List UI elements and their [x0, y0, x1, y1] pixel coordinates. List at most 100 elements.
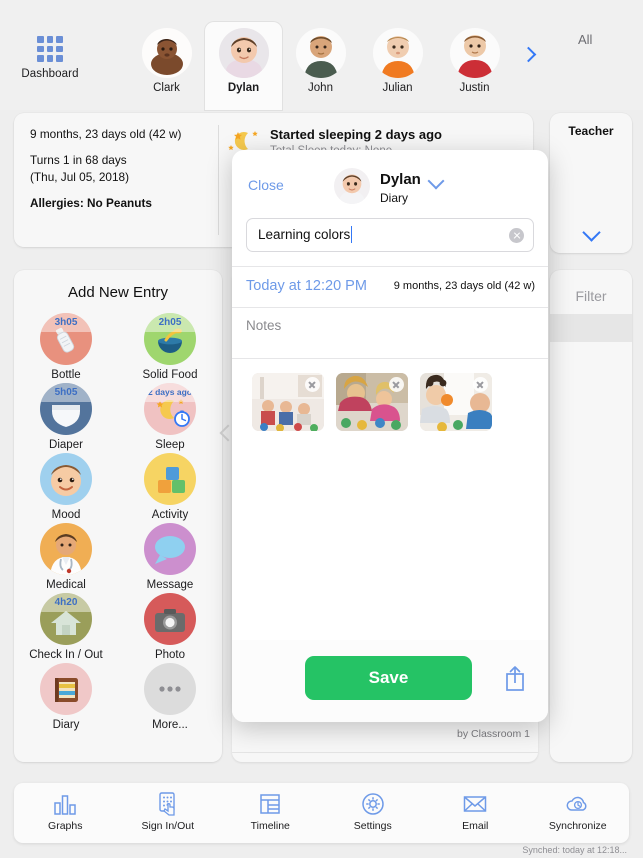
modal-header: Close Dylan Diary — [232, 150, 548, 218]
child-tab-dylan[interactable]: Dylan — [205, 22, 282, 110]
share-icon[interactable] — [504, 664, 526, 692]
child-tab-clark[interactable]: Clark — [128, 22, 205, 110]
book-icon — [40, 663, 92, 715]
chevron-down-icon[interactable] — [582, 226, 600, 237]
remove-photo-icon[interactable] — [473, 377, 488, 392]
entry-badge: 5h05 — [54, 387, 78, 398]
title-input[interactable]: Learning colors — [246, 218, 534, 252]
child-tab-julian[interactable]: Julian — [359, 22, 436, 110]
entry-button-message[interactable]: Message — [118, 523, 222, 591]
child-name: Clark — [153, 82, 180, 94]
child-allergies: Allergies: No Peanuts — [30, 196, 152, 210]
teacher-card[interactable]: Teacher — [550, 113, 632, 253]
bar-chart-icon — [14, 791, 117, 817]
entry-label: Check In / Out — [29, 649, 103, 661]
clear-circle-icon[interactable] — [509, 228, 524, 243]
house-icon: 4h20 — [40, 593, 92, 645]
top-bar: Dashboard Clark Dylan John Julian Justin… — [0, 0, 643, 110]
tab-label: Email — [462, 820, 489, 832]
filter-title: Filter — [575, 288, 607, 304]
photo-thumbnail[interactable] — [252, 373, 324, 431]
remove-photo-icon[interactable] — [305, 377, 320, 392]
child-tab-justin[interactable]: Justin — [436, 22, 513, 110]
datetime-row[interactable]: Today at 12:20 PM 9 months, 23 days old … — [232, 267, 548, 307]
entry-badge: 4h20 — [54, 597, 78, 608]
timeline-author: by Classroom 1 — [457, 728, 530, 740]
child-turns-1: Turns 1 in 68 days — [30, 153, 127, 167]
entry-label: Sleep — [155, 439, 185, 451]
grid-icon — [37, 36, 63, 62]
table-row[interactable]: 8:10 AM by Classroom 1 — [232, 753, 538, 762]
tab-label: Settings — [353, 820, 392, 832]
notes-input[interactable]: Notes — [232, 308, 548, 358]
entry-age: 9 months, 23 days old (42 w) — [393, 280, 535, 292]
entry-button-diary[interactable]: Diary — [14, 663, 118, 731]
child-name: John — [308, 82, 333, 94]
face-icon — [40, 453, 92, 505]
entry-button-activity[interactable]: Activity — [118, 453, 222, 521]
add-new-entry-card: Add New Entry 3h05 Bottle 2h05 Solid Foo… — [14, 270, 222, 762]
entry-label: More... — [152, 719, 188, 731]
remove-photo-icon[interactable] — [389, 377, 404, 392]
entry-button-diaper[interactable]: 5h05 Diaper — [14, 383, 118, 451]
notes-placeholder: Notes — [246, 318, 282, 333]
entry-button-more[interactable]: More... — [118, 663, 222, 731]
bottom-tab-bar: Graphs Sign In/Out Timeline Settings Ema… — [14, 783, 629, 843]
chevron-down-icon[interactable] — [428, 176, 444, 185]
photo-thumbnail[interactable] — [420, 373, 492, 431]
avatar — [141, 28, 192, 78]
dashboard-button[interactable]: Dashboard — [14, 36, 86, 80]
modal-child-name[interactable]: Dylan — [380, 171, 421, 188]
all-filter-label[interactable]: All — [578, 32, 592, 47]
modal-footer: Save — [232, 640, 548, 722]
text-caret — [351, 226, 353, 243]
tab-sign-in-out[interactable]: Sign In/Out — [117, 783, 220, 843]
close-button[interactable]: Close — [248, 177, 284, 193]
entry-datetime[interactable]: Today at 12:20 PM — [246, 278, 367, 294]
bottle-icon: 3h05 — [40, 313, 92, 365]
entry-grid: 3h05 Bottle 2h05 Solid Food 5h05 Diaper … — [14, 313, 222, 731]
tab-email[interactable]: Email — [424, 783, 527, 843]
title-input-value: Learning colors — [258, 227, 351, 242]
moon-icon: 2 days ago — [144, 383, 196, 435]
entry-button-sleep[interactable]: 2 days ago Sleep — [118, 383, 222, 451]
child-turns-date: (Thu, Jul 05, 2018) — [30, 170, 130, 184]
tab-label: Graphs — [48, 820, 83, 832]
save-button[interactable]: Save — [305, 656, 472, 700]
child-tab-john[interactable]: John — [282, 22, 359, 110]
doctor-icon — [40, 523, 92, 575]
cloud-sync-icon — [527, 791, 630, 817]
tab-label: Timeline — [250, 820, 290, 832]
sleep-title: Started sleeping 2 days ago — [270, 127, 442, 142]
app-root: Dashboard Clark Dylan John Julian Justin… — [0, 0, 643, 858]
entry-label: Solid Food — [142, 369, 198, 381]
entry-label: Diaper — [49, 439, 83, 451]
child-name: Justin — [459, 82, 490, 94]
entry-button-check-in-out[interactable]: 4h20 Check In / Out — [14, 593, 118, 661]
entry-label: Message — [146, 579, 194, 591]
entry-button-medical[interactable]: Medical — [14, 523, 118, 591]
tab-settings[interactable]: Settings — [322, 783, 425, 843]
chevron-right-icon[interactable] — [520, 46, 538, 64]
child-info-text: 9 months, 23 days old (42 w) Turns 1 in … — [30, 127, 215, 211]
tab-label: Sign In/Out — [141, 820, 195, 832]
avatar — [295, 28, 346, 78]
tab-graphs[interactable]: Graphs — [14, 783, 117, 843]
diary-entry-modal: Close Dylan Diary Learning colors Today … — [232, 150, 548, 722]
tab-timeline[interactable]: Timeline — [219, 783, 322, 843]
modal-entry-type: Diary — [380, 191, 409, 205]
entry-button-solid-food[interactable]: 2h05 Solid Food — [118, 313, 222, 381]
entry-button-bottle[interactable]: 3h05 Bottle — [14, 313, 118, 381]
avatar — [218, 28, 269, 78]
entry-label: Medical — [46, 579, 86, 591]
avatar — [372, 28, 423, 78]
entry-button-mood[interactable]: Mood — [14, 453, 118, 521]
filter-card[interactable]: Filter — [550, 270, 632, 762]
tab-label: Synchronize — [548, 820, 607, 832]
entry-label: Bottle — [51, 369, 81, 381]
tab-synchronize[interactable]: Synchronize — [527, 783, 630, 843]
entry-badge: 3h05 — [54, 317, 78, 328]
photo-thumbnail[interactable] — [336, 373, 408, 431]
entry-button-photo[interactable]: Photo — [118, 593, 222, 661]
keypad-hand-icon — [117, 791, 220, 817]
